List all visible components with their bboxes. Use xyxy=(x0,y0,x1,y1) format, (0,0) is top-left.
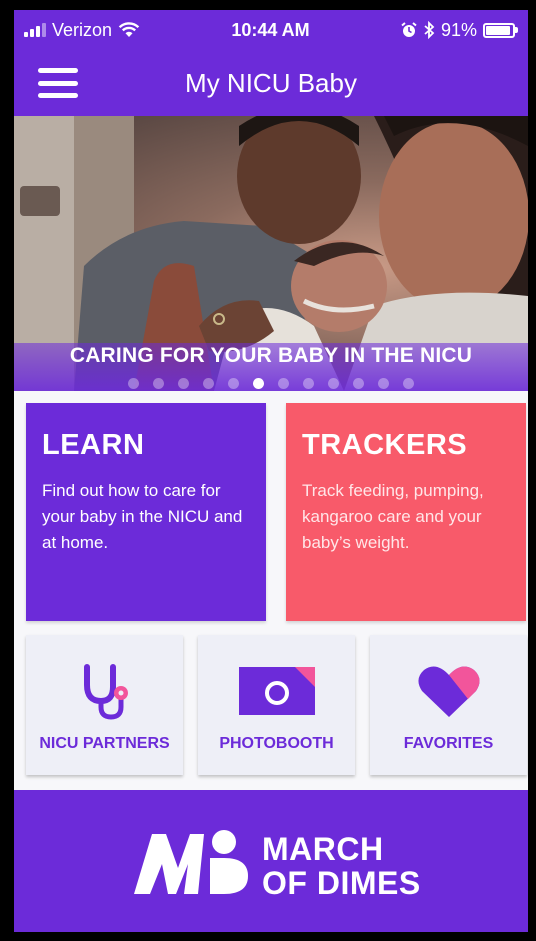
photobooth-label: PHOTOBOOTH xyxy=(219,735,334,752)
nav-bar: My NICU Baby xyxy=(14,50,528,116)
carousel-dots xyxy=(14,378,528,389)
alarm-icon xyxy=(401,22,417,38)
hamburger-menu-icon[interactable] xyxy=(38,68,78,98)
status-left: Verizon xyxy=(24,20,140,41)
carousel-dot[interactable] xyxy=(203,378,214,389)
nicu-partners-tile[interactable]: NICU PARTNERS xyxy=(26,635,183,775)
carrier-label: Verizon xyxy=(52,19,113,40)
bluetooth-icon xyxy=(423,21,435,39)
status-time: 10:44 AM xyxy=(231,19,310,40)
camera-icon xyxy=(238,667,315,715)
battery-fill xyxy=(485,25,510,35)
logo-line-2: OF DIMES xyxy=(262,865,421,901)
carousel-dot[interactable] xyxy=(128,378,139,389)
carousel-dot[interactable] xyxy=(303,378,314,389)
learn-description: Find out how to care for your baby in th… xyxy=(42,481,243,552)
nav-title: My NICU Baby xyxy=(185,68,357,98)
status-right: 91% xyxy=(401,20,518,41)
learn-card[interactable]: LEARN Find out how to care for your baby… xyxy=(26,403,266,621)
hero-caption: CARING FOR YOUR BABY IN THE NICU xyxy=(69,344,473,367)
learn-title: LEARN xyxy=(42,429,145,461)
carousel-dot[interactable] xyxy=(278,378,289,389)
carousel-dot[interactable] xyxy=(403,378,414,389)
carousel-dot[interactable] xyxy=(328,378,339,389)
status-bar: Verizon 10:44 AM 91% xyxy=(14,10,528,50)
footer: MARCH OF DIMES xyxy=(14,790,528,932)
wifi-icon xyxy=(118,22,140,38)
app-screen: Verizon 10:44 AM 91% My NICU Baby CARING… xyxy=(14,10,528,932)
march-of-dimes-logo-text: MARCH OF DIMES xyxy=(262,832,421,900)
trackers-title: TRACKERS xyxy=(302,429,468,461)
favorites-tile[interactable]: FAVORITES xyxy=(370,635,527,775)
battery-icon xyxy=(482,22,518,38)
logo-line-1: MARCH xyxy=(262,831,384,867)
carousel-dot[interactable] xyxy=(153,378,164,389)
stethoscope-icon xyxy=(83,664,128,720)
march-of-dimes-logo-mark xyxy=(134,830,248,894)
trackers-card[interactable]: TRACKERS Track feeding, pumping, kangaro… xyxy=(286,403,526,621)
signal-icon xyxy=(24,23,46,37)
nicu-partners-label: NICU PARTNERS xyxy=(39,735,170,752)
carousel-dot[interactable] xyxy=(178,378,189,389)
carousel-dot[interactable] xyxy=(378,378,389,389)
heart-icon xyxy=(417,666,480,717)
battery-percent: 91% xyxy=(440,19,477,40)
carousel-dot[interactable] xyxy=(353,378,364,389)
photobooth-tile[interactable]: PHOTOBOOTH xyxy=(198,635,355,775)
favorites-label: FAVORITES xyxy=(403,735,494,752)
carousel-dot[interactable] xyxy=(253,378,264,389)
trackers-description: Track feeding, pumping, kangaroo care an… xyxy=(302,481,484,552)
hero-carousel[interactable]: CARING FOR YOUR BABY IN THE NICU xyxy=(14,116,528,391)
carousel-dot[interactable] xyxy=(228,378,239,389)
